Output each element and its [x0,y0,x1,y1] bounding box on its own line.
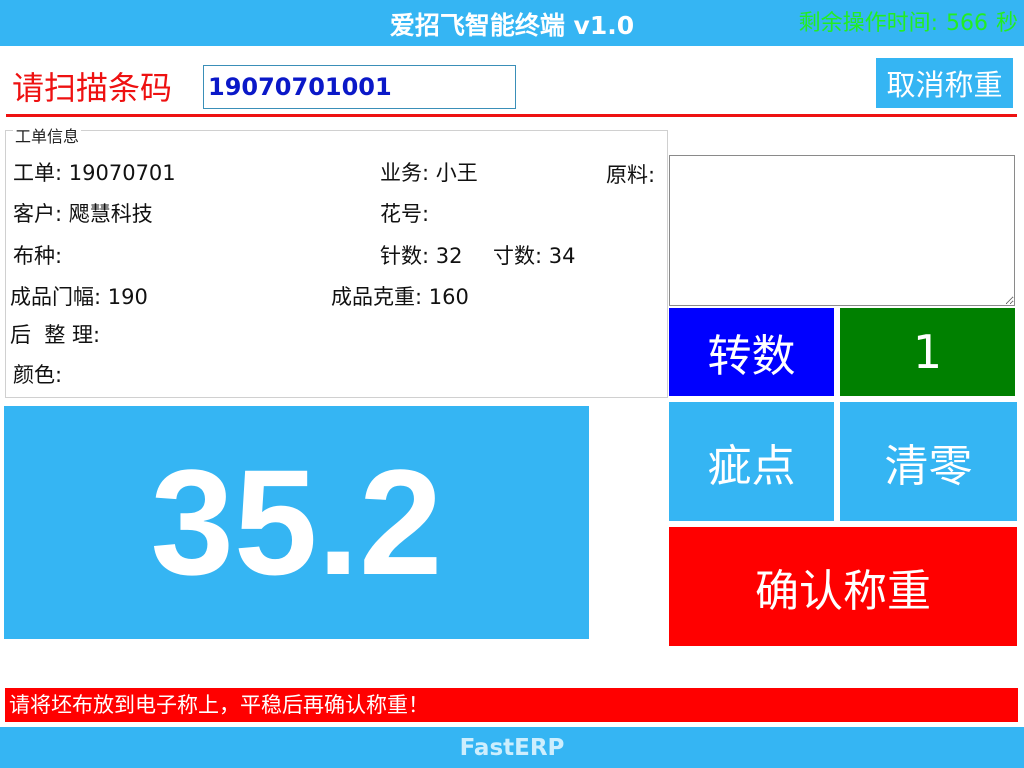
customer-value: 飔慧科技 [68,202,153,226]
confirm-weigh-button[interactable]: 确认称重 [669,527,1017,646]
fabric-field: 布种: [13,240,62,270]
finished-width-value: 190 [107,285,148,309]
footer: FastERP [0,727,1024,768]
work-order-label: 工单: [13,161,63,185]
fabric-label: 布种: [13,244,63,268]
pattern-field: 花号: [380,198,429,228]
salesman-value: 小王 [435,161,478,185]
customer-field: 客户: 飔慧科技 [13,198,153,228]
turns-label: 转数 [669,308,834,396]
work-order-field: 工单: 19070701 [13,157,176,187]
title-bar: 爱招飞智能终端 v1.0 剩余操作时间: 566 秒 [0,0,1024,46]
gauge-value: 34 [548,244,576,268]
countdown-value: 566 [945,11,988,36]
work-order-value: 19070701 [68,161,176,185]
needles-value: 32 [435,244,463,268]
material-label: 原料: [606,163,656,187]
material-textbox[interactable] [669,155,1015,306]
divider [6,114,1017,117]
needles-label: 针数: [380,244,430,268]
finished-width-field: 成品门幅: 190 [10,281,148,311]
work-order-info-legend: 工单信息 [13,123,82,147]
gauge-field: 寸数: 34 [493,240,576,270]
status-message: 请将坯布放到电子称上，平稳后再确认称重！ [5,688,1018,722]
finished-gsm-field: 成品克重: 160 [331,281,469,311]
turns-value: 1 [840,308,1015,396]
customer-label: 客户: [13,202,63,226]
needles-field: 针数: 32 [380,240,463,270]
salesman-field: 业务: 小王 [380,157,478,187]
cancel-weigh-button[interactable]: 取消称重 [876,58,1013,108]
finished-width-label: 成品门幅: [10,285,102,309]
finished-gsm-label: 成品克重: [331,285,423,309]
zero-button[interactable]: 清零 [840,402,1017,521]
footer-brand: FastERP [459,735,565,761]
countdown-label: 剩余操作时间: [798,11,938,36]
gauge-label: 寸数: [493,244,543,268]
color-field: 颜色: [13,359,62,389]
salesman-label: 业务: [380,161,430,185]
color-label: 颜色: [13,363,63,387]
scan-barcode-label: 请扫描条码 [12,69,173,107]
barcode-input[interactable] [203,65,516,109]
pattern-label: 花号: [380,202,430,226]
countdown-timer: 剩余操作时间: 566 秒 [799,5,1018,37]
finished-gsm-value: 160 [428,285,469,309]
finishing-label: 后 整 理: [10,323,101,347]
finishing-field: 后 整 理: [10,319,107,349]
weight-display: 35.2 [4,406,589,639]
defect-button[interactable]: 疵点 [669,402,834,521]
countdown-unit: 秒 [995,11,1018,36]
